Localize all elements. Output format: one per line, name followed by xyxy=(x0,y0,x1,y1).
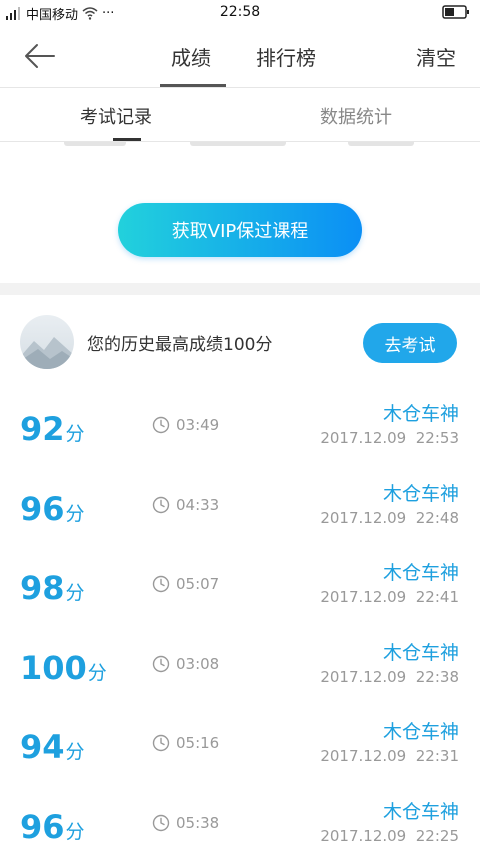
record-duration-value: 05:38 xyxy=(176,813,220,832)
record-duration: 05:38 xyxy=(152,814,219,832)
record-user-name: 木仓车神 xyxy=(382,641,459,664)
record-timestamp: 2017.12.09 22:41 xyxy=(320,588,459,606)
scrolled-content-edge xyxy=(0,142,480,150)
nav-bar: 成绩 排行榜 清空 xyxy=(0,26,480,88)
record-score: 96分 xyxy=(20,808,85,846)
record-duration: 05:16 xyxy=(152,734,219,752)
record-duration-value: 03:49 xyxy=(176,416,220,434)
back-button[interactable] xyxy=(22,40,58,72)
record-user-name: 木仓车神 xyxy=(382,562,459,584)
clock-icon xyxy=(152,734,170,752)
record-score-unit: 分 xyxy=(65,820,85,843)
record-row[interactable]: 100分 03:08 木仓车神 2017.12.09 22:38 xyxy=(0,631,480,710)
record-timestamp: 2017.12.09 22:48 xyxy=(320,508,459,527)
record-score-value: 96 xyxy=(20,489,65,528)
record-score: 94分 xyxy=(20,728,85,766)
take-exam-button[interactable]: 去考试 xyxy=(363,323,457,363)
record-row[interactable]: 96分 05:38 木仓车神 2017.12.09 22:25 xyxy=(0,790,480,853)
record-duration-value: 03:08 xyxy=(176,654,220,673)
sub-tabs: 考试记录 数据统计 xyxy=(0,88,480,142)
record-duration-value: 05:16 xyxy=(176,734,220,752)
record-duration: 05:07 xyxy=(152,575,219,593)
record-score-value: 98 xyxy=(20,569,65,607)
clock-icon xyxy=(152,575,170,593)
tab-active-indicator xyxy=(160,84,226,87)
clear-button[interactable]: 清空 xyxy=(416,42,456,71)
record-duration: 04:33 xyxy=(152,496,219,514)
status-bar: 中国移动 ··· 22:58 xyxy=(0,0,480,26)
record-score-value: 94 xyxy=(20,728,65,766)
record-duration-value: 04:33 xyxy=(176,495,220,514)
vip-course-button[interactable]: 获取VIP保过课程 xyxy=(118,203,362,257)
record-score: 92分 xyxy=(20,410,85,448)
arrow-left-icon xyxy=(25,44,55,68)
avatar xyxy=(20,315,74,369)
tab-data-stats[interactable]: 数据统计 xyxy=(320,103,392,129)
status-time: 22:58 xyxy=(219,4,261,20)
record-timestamp: 2017.12.09 22:25 xyxy=(320,826,459,845)
record-score-unit: 分 xyxy=(87,661,107,684)
record-user-name: 木仓车神 xyxy=(382,721,459,743)
tab-score[interactable]: 成绩 xyxy=(171,42,211,71)
record-score-unit: 分 xyxy=(65,423,85,445)
battery-icon xyxy=(442,5,470,23)
record-score-unit: 分 xyxy=(65,741,85,763)
record-user-name: 木仓车神 xyxy=(382,482,459,505)
sub-tab-active-indicator xyxy=(113,138,141,141)
clock-icon xyxy=(152,496,170,513)
record-score: 98分 xyxy=(20,569,85,607)
section-divider xyxy=(0,283,480,295)
record-user-name: 木仓车神 xyxy=(382,403,459,425)
record-score-unit: 分 xyxy=(65,502,85,525)
record-score-value: 100 xyxy=(20,648,87,687)
tab-exam-records[interactable]: 考试记录 xyxy=(80,103,152,129)
tab-ranking[interactable]: 排行榜 xyxy=(256,42,316,71)
record-user-name: 木仓车神 xyxy=(382,800,459,823)
record-score-unit: 分 xyxy=(65,582,85,604)
clock-icon xyxy=(152,416,170,434)
avatar-image-icon xyxy=(20,337,74,369)
record-timestamp: 2017.12.09 22:38 xyxy=(320,667,459,686)
record-row[interactable]: 92分 03:49 木仓车神 2017.12.09 22:53 xyxy=(0,392,480,471)
clock-icon xyxy=(152,814,170,831)
record-score: 96分 xyxy=(20,490,85,528)
record-row[interactable]: 94分 05:16 木仓车神 2017.12.09 22:31 xyxy=(0,710,480,789)
record-duration: 03:49 xyxy=(152,416,219,434)
record-timestamp: 2017.12.09 22:31 xyxy=(320,747,459,765)
record-duration: 03:08 xyxy=(152,655,219,673)
record-score-value: 92 xyxy=(20,410,65,448)
record-score-value: 96 xyxy=(20,807,65,846)
clock-icon xyxy=(152,655,170,672)
record-timestamp: 2017.12.09 22:53 xyxy=(320,429,459,447)
record-duration-value: 05:07 xyxy=(176,575,220,593)
record-row[interactable]: 96分 04:33 木仓车神 2017.12.09 22:48 xyxy=(0,472,480,551)
record-row[interactable]: 98分 05:07 木仓车神 2017.12.09 22:41 xyxy=(0,551,480,630)
history-best-text: 您的历史最高成绩100分 xyxy=(87,335,273,355)
record-score: 100分 xyxy=(20,649,107,687)
